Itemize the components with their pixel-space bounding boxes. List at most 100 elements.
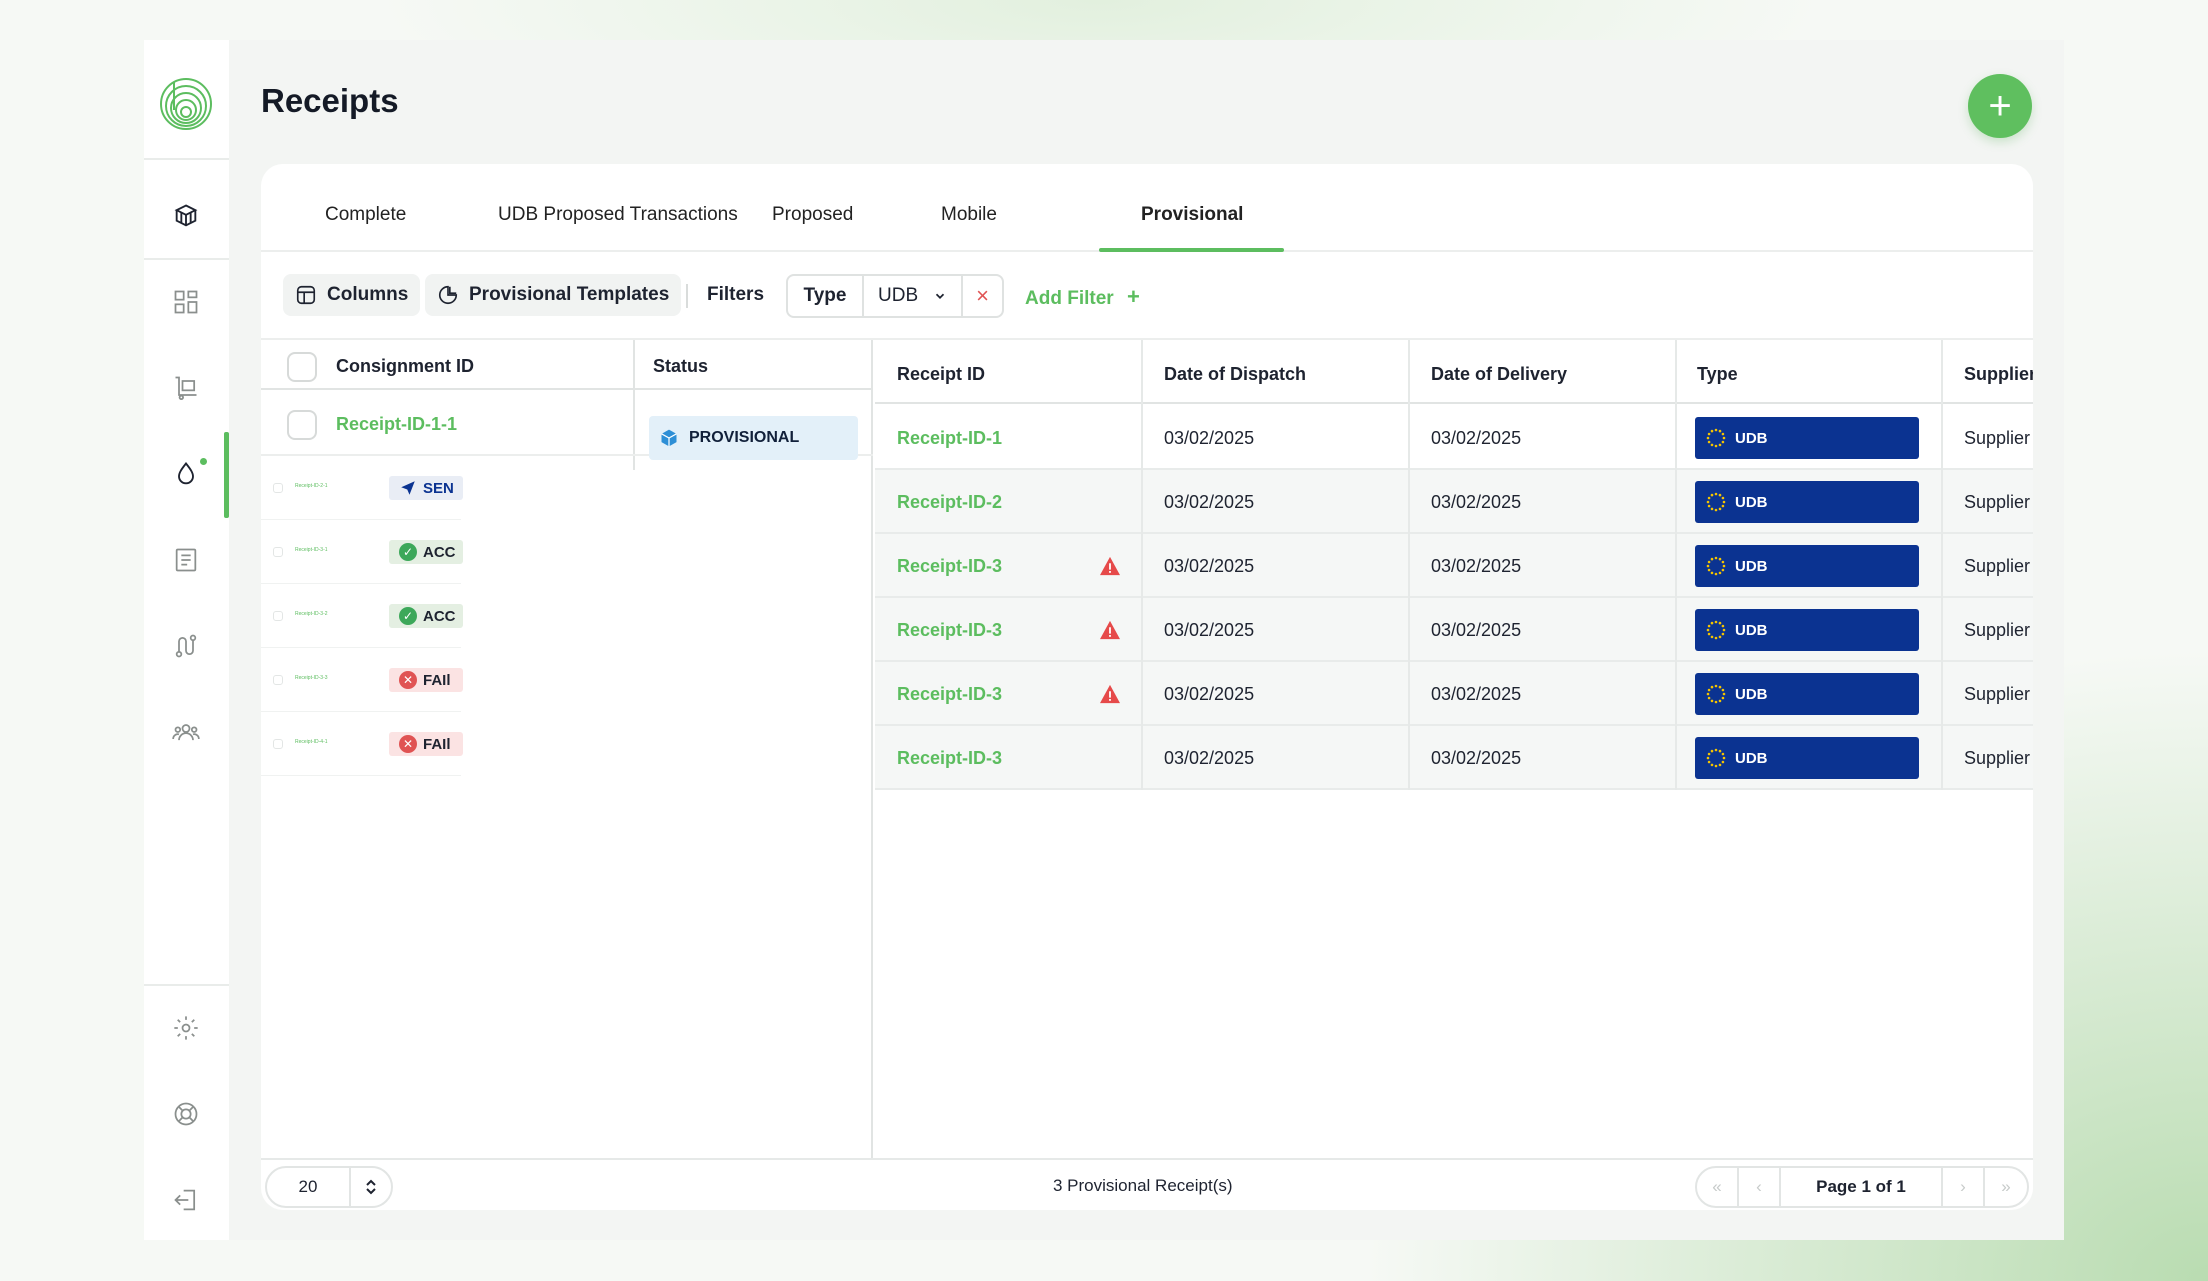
table-row[interactable]: Receipt-ID-1 03/02/2025 03/02/2025 UDB S… — [875, 406, 2033, 470]
sidebar-item-products[interactable] — [166, 196, 206, 236]
x-icon: ✕ — [399, 671, 417, 689]
toolbar: Columns Provisional Templates Filters Ty… — [261, 252, 2033, 340]
lifebuoy-icon — [174, 1102, 198, 1126]
provisional-templates-button[interactable]: Provisional Templates — [425, 274, 682, 316]
add-filter-button[interactable]: Add Filter + — [1025, 284, 1140, 310]
type-badge: UDB — [1695, 481, 1919, 523]
receipt-id-link[interactable]: Receipt-ID-3 — [897, 662, 1002, 726]
delivery-date: 03/02/2025 — [1431, 683, 1522, 704]
table-row[interactable]: Receipt-ID-3 03/02/2025 03/02/2025 UDB S… — [875, 726, 2033, 790]
plus-icon: + — [1126, 284, 1140, 309]
next-page-button[interactable]: › — [1943, 1168, 1985, 1206]
sidebar-item-documents[interactable] — [166, 540, 206, 580]
table-row[interactable]: Receipt-ID-3-1 ✓ ACC — [261, 520, 463, 584]
dashboard-icon — [174, 290, 198, 314]
type-text: UDB — [1735, 429, 1768, 447]
table-row[interactable]: Receipt-ID-3 03/02/2025 03/02/2025 UDB S… — [875, 534, 2033, 598]
receipt-id-link[interactable]: Receipt-ID-3 — [897, 598, 1002, 662]
eu-stars-icon — [1706, 492, 1726, 512]
receipt-id-link[interactable]: Receipt-ID-3 — [897, 726, 1002, 790]
table-row[interactable]: Receipt-ID-3-2 ✓ ACC — [261, 584, 463, 648]
x-icon: ✕ — [399, 735, 417, 753]
sidebar — [144, 40, 229, 1240]
logo-icon[interactable] — [158, 76, 214, 132]
last-page-button[interactable]: » — [1985, 1168, 2027, 1206]
remove-filter-button[interactable]: × — [963, 276, 1002, 316]
consignment-id-header[interactable]: Consignment ID — [336, 356, 474, 377]
status-text: PROVISIONAL — [689, 429, 800, 446]
tab-provisional[interactable]: Provisional — [1141, 204, 1243, 226]
receipt-id-link[interactable]: Receipt-ID-1 — [897, 406, 1002, 470]
sidebar-item-shipping[interactable] — [166, 368, 206, 408]
delivery-date: 03/02/2025 — [1431, 491, 1522, 512]
template-icon — [438, 285, 458, 305]
box-icon — [661, 429, 677, 447]
receipt-id-link[interactable]: Receipt-ID-2 — [897, 470, 1002, 534]
row-checkbox[interactable] — [273, 739, 283, 749]
supplier-name: Supplier — [1964, 683, 2031, 704]
status-text: SEN — [423, 479, 454, 497]
consignment-id-link[interactable]: Receipt-ID-3-1 — [295, 547, 328, 553]
receipt-id-header[interactable]: Receipt ID — [897, 364, 985, 385]
tab-mobile[interactable]: Mobile — [941, 204, 997, 226]
tab-complete[interactable]: Complete — [325, 204, 406, 226]
consignment-id-link[interactable]: Receipt-ID-1-1 — [336, 414, 457, 435]
eu-stars-icon — [1706, 620, 1726, 640]
dispatch-date: 03/02/2025 — [1164, 683, 1255, 704]
status-badge: ✓ ACC — [389, 604, 463, 628]
dispatch-date: 03/02/2025 — [1164, 619, 1255, 640]
dispatch-header[interactable]: Date of Dispatch — [1164, 364, 1306, 385]
table-footer: 20 3 Provisional Receipt(s) « ‹ Page 1 o… — [261, 1158, 2033, 1210]
table-row[interactable]: Receipt-ID-4-1 ✕ FAIl — [261, 712, 463, 776]
table-row[interactable]: Receipt-ID-3-3 ✕ FAIl — [261, 648, 463, 712]
table-row[interactable]: Receipt-ID-2 03/02/2025 03/02/2025 UDB S… — [875, 470, 2033, 534]
column-divider — [1408, 340, 1410, 790]
receipt-id-link[interactable]: Receipt-ID-3 — [897, 534, 1002, 598]
sidebar-item-logout[interactable] — [166, 1180, 206, 1220]
columns-button[interactable]: Columns — [283, 274, 421, 316]
filter-value-select[interactable]: UDB — [864, 276, 963, 316]
table-row[interactable]: Receipt-ID-3 03/02/2025 03/02/2025 UDB S… — [875, 662, 2033, 726]
consignment-id-link[interactable]: Receipt-ID-4-1 — [295, 739, 328, 745]
warning-icon — [1100, 684, 1120, 704]
first-page-button[interactable]: « — [1697, 1168, 1739, 1206]
supplier-header[interactable]: Supplier — [1964, 364, 2033, 385]
tab-udb-proposed[interactable]: UDB Proposed Transactions — [498, 204, 738, 226]
sidebar-item-routes[interactable] — [166, 626, 206, 666]
check-icon: ✓ — [399, 607, 417, 625]
add-receipt-button[interactable]: + — [1968, 74, 2032, 138]
receipt-icon — [175, 548, 197, 572]
status-header[interactable]: Status — [653, 356, 708, 377]
sidebar-item-settings[interactable] — [166, 1008, 206, 1048]
eu-stars-icon — [1706, 748, 1726, 768]
table-row[interactable]: Receipt-ID-3 03/02/2025 03/02/2025 UDB S… — [875, 598, 2033, 662]
tab-proposed[interactable]: Proposed — [772, 204, 853, 226]
prev-page-button[interactable]: ‹ — [1739, 1168, 1781, 1206]
type-text: UDB — [1735, 493, 1768, 511]
row-checkbox[interactable] — [273, 675, 283, 685]
row-checkbox[interactable] — [273, 547, 283, 557]
type-badge: UDB — [1695, 417, 1919, 459]
cube-icon — [174, 204, 198, 227]
sidebar-item-users[interactable] — [166, 712, 206, 752]
row-checkbox[interactable] — [287, 410, 317, 440]
consignment-id-link[interactable]: Receipt-ID-3-2 — [295, 611, 328, 617]
columns-icon — [296, 285, 316, 305]
delivery-header[interactable]: Date of Delivery — [1431, 364, 1567, 385]
type-header[interactable]: Type — [1697, 364, 1738, 385]
consignment-id-link[interactable]: Receipt-ID-2-1 — [295, 483, 328, 489]
consignment-id-link[interactable]: Receipt-ID-3-3 — [295, 675, 328, 681]
sidebar-item-help[interactable] — [166, 1094, 206, 1134]
row-checkbox[interactable] — [273, 611, 283, 621]
users-icon — [172, 724, 200, 741]
status-badge: ✕ FAIl — [389, 668, 463, 692]
row-checkbox[interactable] — [273, 483, 283, 493]
gear-icon — [174, 1016, 198, 1040]
table-row[interactable]: Receipt-ID-2-1 SEN — [261, 456, 463, 520]
sidebar-item-dashboard[interactable] — [166, 282, 206, 322]
filter-field[interactable]: Type — [788, 276, 864, 316]
select-all-checkbox[interactable] — [287, 352, 317, 382]
page-size-select[interactable]: 20 — [265, 1166, 393, 1208]
delivery-date: 03/02/2025 — [1431, 619, 1522, 640]
page-size-value: 20 — [267, 1168, 351, 1206]
